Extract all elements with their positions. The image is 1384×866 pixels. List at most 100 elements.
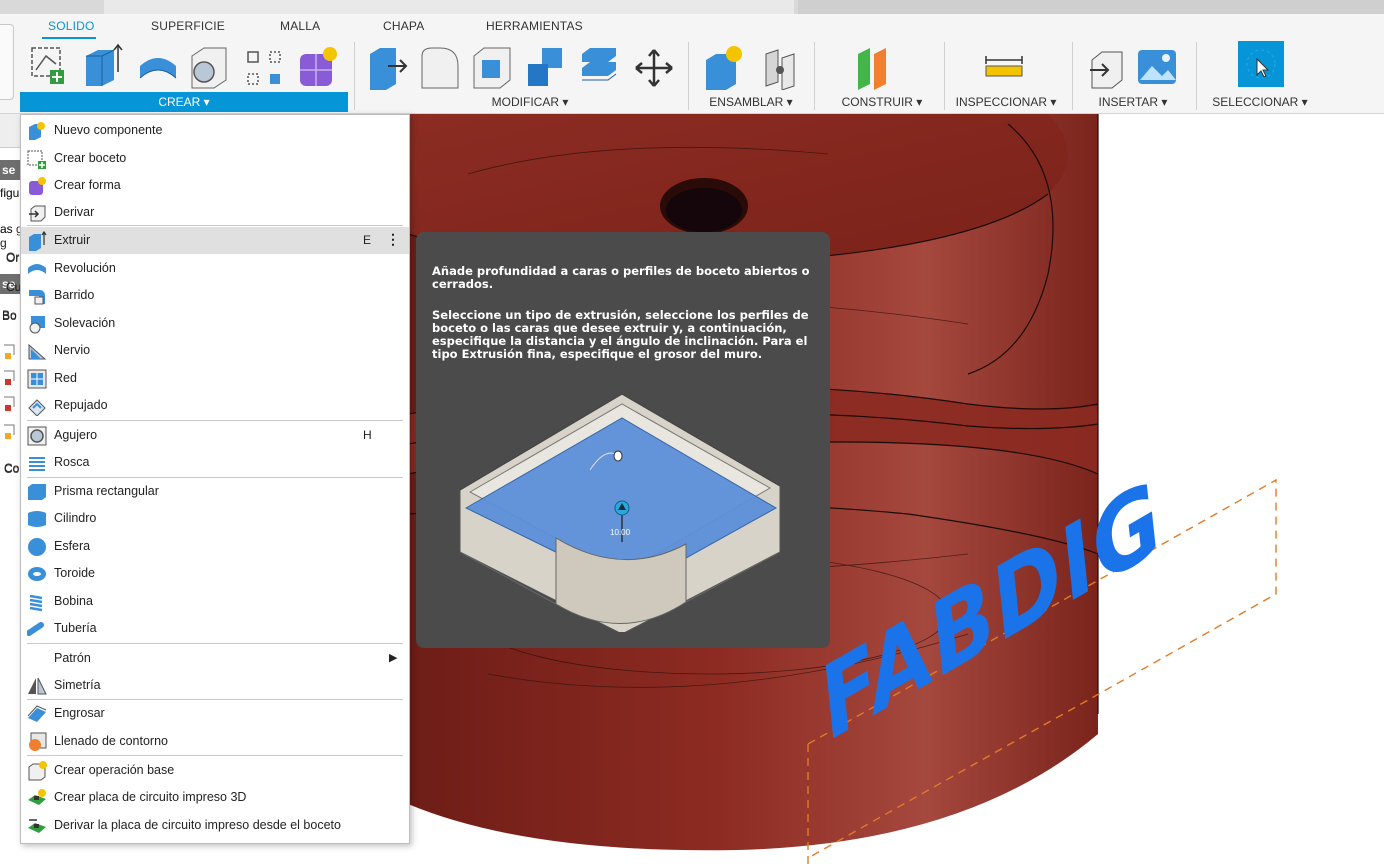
tab-chapa[interactable]: CHAPA xyxy=(383,19,424,33)
menu-item-agujero[interactable]: Agujero H xyxy=(21,422,409,449)
dimension-label: 10.00 xyxy=(610,528,631,537)
cursor-icon xyxy=(1246,49,1276,79)
submenu-arrow-icon: ▶ xyxy=(389,652,398,664)
extrude-illustration: 10.00 xyxy=(456,382,786,635)
browser-item[interactable]: as g xyxy=(0,222,20,250)
construir-dropdown-button[interactable]: CONSTRUIR ▾ xyxy=(826,92,938,112)
browser-header[interactable]: se xyxy=(0,160,20,180)
tab-solido[interactable]: SOLIDO xyxy=(48,19,95,33)
emboss-icon xyxy=(27,396,47,417)
document-tab-area[interactable] xyxy=(104,0,794,14)
browser-item[interactable]: Or xyxy=(6,251,20,265)
ensamblar-dropdown-button[interactable]: ENSAMBLAR ▾ xyxy=(696,92,806,112)
active-tab-indicator xyxy=(42,37,96,39)
select-button[interactable] xyxy=(1238,41,1284,87)
menu-item-simetria[interactable]: Simetría xyxy=(21,672,409,699)
seleccionar-dropdown-button[interactable]: SELECCIONAR ▾ xyxy=(1202,92,1318,112)
secondary-tab-area[interactable] xyxy=(798,0,1384,14)
shell-icon[interactable] xyxy=(470,44,514,90)
menu-item-prisma-rectangular[interactable]: Prisma rectangular xyxy=(21,478,409,505)
browser-item[interactable]: Bo xyxy=(2,309,20,323)
move-copy-icon[interactable] xyxy=(634,48,674,88)
create-sketch-icon xyxy=(27,149,47,169)
tooltip-description: Seleccione un tipo de extrusión, selecci… xyxy=(432,308,809,361)
combine-icon[interactable] xyxy=(524,44,568,90)
group-divider xyxy=(1072,42,1073,110)
ribbon-toolbar: SOLIDO SUPERFICIE MALLA CHAPA HERRAMIENT… xyxy=(0,14,1384,114)
menu-item-esfera[interactable]: Esfera xyxy=(21,533,409,560)
pipe-icon xyxy=(26,619,47,639)
thicken-icon xyxy=(27,704,47,724)
insert-derive-icon[interactable] xyxy=(1086,48,1126,90)
create-form-icon[interactable] xyxy=(296,44,340,90)
joint-icon[interactable] xyxy=(758,46,802,90)
sketch-icons-column xyxy=(2,341,18,449)
menu-item-engrosar[interactable]: Engrosar xyxy=(21,700,409,727)
menu-item-red[interactable]: Red xyxy=(21,365,409,392)
menu-item-crear-operacion-base[interactable]: Crear operación base xyxy=(21,757,409,784)
menu-item-barrido[interactable]: Barrido xyxy=(21,282,409,309)
measure-icon[interactable] xyxy=(984,54,1024,84)
menu-item-derivar[interactable]: Derivar xyxy=(21,199,409,226)
menu-item-nervio[interactable]: Nervio xyxy=(21,337,409,364)
more-options-icon[interactable]: ⋮ xyxy=(386,231,400,248)
extrude-icon[interactable] xyxy=(80,42,124,88)
menu-item-rosca[interactable]: Rosca xyxy=(21,449,409,476)
menu-item-nuevo-componente[interactable]: Nuevo componente xyxy=(21,117,409,144)
mirror-icon xyxy=(27,676,47,696)
menu-item-patron[interactable]: Patrón ▶ xyxy=(21,645,409,672)
insert-canvas-icon[interactable] xyxy=(1136,46,1180,90)
modificar-dropdown-button[interactable]: MODIFICAR ▾ xyxy=(380,92,680,112)
menu-item-bobina[interactable]: Bobina xyxy=(21,588,409,615)
tab-malla[interactable]: MALLA xyxy=(280,19,320,33)
sphere-icon xyxy=(27,537,47,557)
browser-item[interactable]: Co xyxy=(4,461,20,475)
tooltip-title: Añade profundidad a caras o perfiles de … xyxy=(432,264,810,291)
thread-icon xyxy=(27,453,47,473)
offset-plane-icon[interactable] xyxy=(852,44,896,90)
extrude-icon xyxy=(27,230,47,251)
menu-item-cilindro[interactable]: Cilindro xyxy=(21,505,409,532)
menu-item-repujado[interactable]: Repujado xyxy=(21,392,409,419)
pcb-create-icon xyxy=(27,788,47,808)
inspeccionar-dropdown-button[interactable]: INSPECCIONAR ▾ xyxy=(948,92,1064,112)
rib-icon xyxy=(27,341,47,361)
create-sketch-icon[interactable] xyxy=(28,42,68,86)
insertar-dropdown-button[interactable]: INSERTAR ▾ xyxy=(1078,92,1188,112)
sweep-icon xyxy=(27,286,47,306)
boundary-fill-icon xyxy=(27,732,47,752)
menu-item-extruir[interactable]: Extruir E ⋮ xyxy=(21,227,409,254)
press-pull-icon[interactable] xyxy=(366,44,410,90)
menu-item-tuberia[interactable]: Tubería xyxy=(21,615,409,642)
group-divider xyxy=(354,42,355,110)
window-title-strip xyxy=(0,0,1384,14)
menu-item-solevacion[interactable]: Solevación xyxy=(21,310,409,337)
create-form-icon xyxy=(27,176,47,196)
browser-collapse-bar[interactable] xyxy=(0,114,20,148)
group-divider xyxy=(1196,42,1197,110)
menu-item-toroide[interactable]: Toroide xyxy=(21,560,409,587)
menu-item-derivar-placa-pcb[interactable]: Derivar la placa de circuito impreso des… xyxy=(21,812,409,839)
revolve-icon[interactable] xyxy=(136,48,180,88)
crear-dropdown-button[interactable]: CREAR ▾ xyxy=(20,92,348,112)
group-divider xyxy=(944,42,945,110)
tab-herramientas[interactable]: HERRAMIENTAS xyxy=(486,19,583,33)
loft-icon[interactable] xyxy=(186,44,230,90)
pattern-icon[interactable] xyxy=(244,48,284,88)
menu-item-crear-placa-pcb-3d[interactable]: Crear placa de circuito impreso 3D xyxy=(21,784,409,811)
pcb-derive-icon xyxy=(27,816,47,836)
new-component-icon[interactable] xyxy=(702,44,746,90)
menu-item-crear-forma[interactable]: Crear forma xyxy=(21,172,409,199)
box-icon xyxy=(27,482,47,502)
tab-superficie[interactable]: SUPERFICIE xyxy=(151,19,225,33)
browser-item[interactable]: Cu xyxy=(6,280,20,294)
data-panel-toggle[interactable] xyxy=(0,24,14,100)
menu-item-crear-boceto[interactable]: Crear boceto xyxy=(21,145,409,172)
split-body-icon[interactable] xyxy=(578,46,622,88)
fillet-icon[interactable] xyxy=(418,44,462,90)
browser-item[interactable]: figu xyxy=(0,186,20,200)
new-component-icon xyxy=(27,121,47,141)
group-divider xyxy=(814,42,815,110)
menu-item-revolucion[interactable]: Revolución xyxy=(21,255,409,282)
menu-item-llenado-de-contorno[interactable]: Llenado de contorno xyxy=(21,728,409,755)
